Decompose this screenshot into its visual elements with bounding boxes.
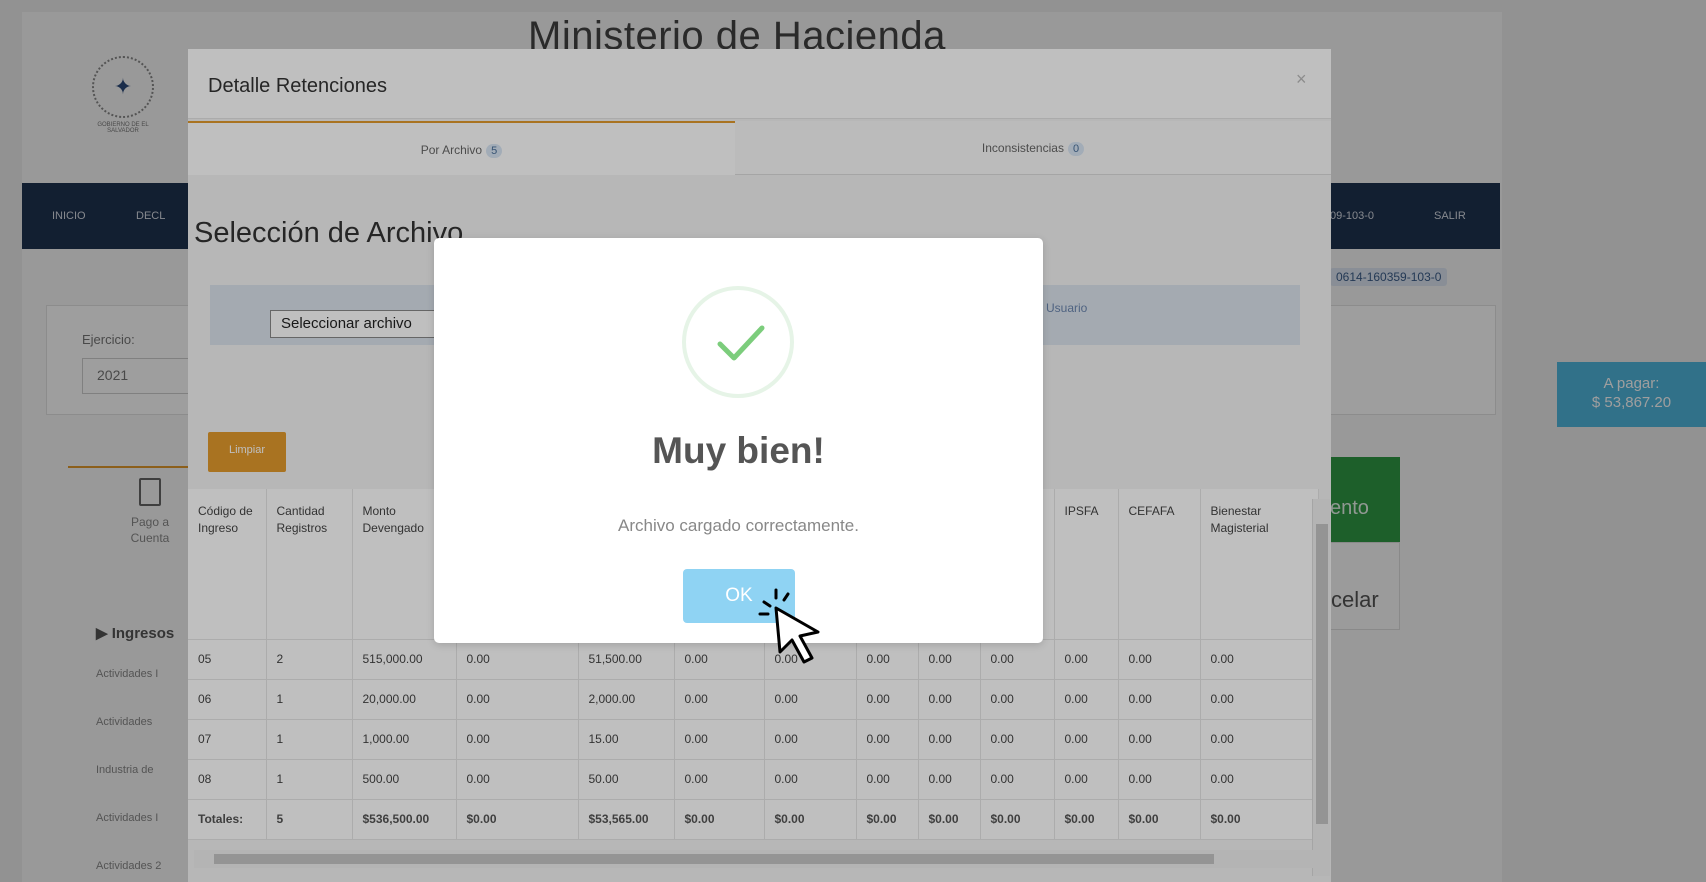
success-circle [682, 286, 794, 398]
checkmark-icon [717, 325, 765, 361]
alert-title: Muy bien! [652, 430, 825, 471]
click-cursor-icon [758, 588, 820, 664]
success-dialog: Muy bien! Archivo cargado correctamente.… [434, 238, 1043, 643]
screen: Ministerio de Hacienda ✦ GOBIERNO DE EL … [0, 0, 1706, 882]
alert-message: Archivo cargado correctamente. [618, 516, 859, 535]
